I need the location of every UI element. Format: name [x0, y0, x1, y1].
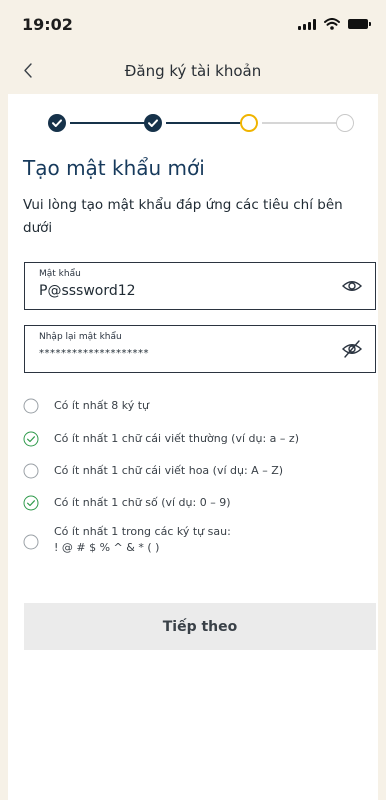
- criteria-text: Có ít nhất 1 chữ cái viết hoa (ví dụ: A …: [54, 464, 284, 477]
- progress-stepper: [48, 111, 354, 135]
- radio-unchecked-icon: [23, 463, 39, 479]
- step-connector: [166, 122, 242, 124]
- check-icon: [148, 119, 158, 127]
- radio-unchecked-icon: [23, 534, 39, 550]
- status-icons: [298, 18, 371, 30]
- step-3-current: [240, 114, 258, 132]
- confirm-password-field[interactable]: Nhập lại mật khẩu ********************: [24, 325, 376, 373]
- page-title: Đăng ký tài khoản: [124, 62, 262, 80]
- show-password-button[interactable]: [341, 275, 363, 297]
- nav-bar: Đăng ký tài khoản: [0, 48, 386, 94]
- criteria-special-characters: ! @ # $ % ^ & * ( ): [54, 541, 160, 554]
- step-connector: [70, 122, 146, 124]
- password-label: Mật khẩu: [39, 269, 81, 279]
- section-description: Vui lòng tạo mật khẩu đáp ứng các tiêu c…: [23, 197, 343, 236]
- battery-icon: [348, 19, 371, 29]
- criteria-text: Có ít nhất 1 trong các ký tự sau:: [54, 525, 231, 538]
- status-time: 19:02: [22, 15, 73, 34]
- radio-unchecked-icon: [23, 398, 39, 414]
- step-connector: [262, 122, 338, 124]
- next-button[interactable]: Tiếp theo: [24, 603, 376, 650]
- confirm-password-input[interactable]: ********************: [39, 348, 149, 359]
- check-icon: [52, 119, 62, 127]
- status-bar: 19:02: [0, 0, 386, 48]
- section-heading: Tạo mật khẩu mới: [23, 156, 205, 180]
- password-input[interactable]: P@sssword12: [39, 283, 136, 299]
- check-circle-icon: [23, 431, 39, 447]
- content-card: Tạo mật khẩu mới Vui lòng tạo mật khẩu đ…: [8, 94, 378, 800]
- check-circle-icon: [23, 495, 39, 511]
- confirm-password-label: Nhập lại mật khẩu: [39, 332, 122, 342]
- eye-icon: [341, 281, 363, 291]
- criteria-text: Có ít nhất 1 chữ số (ví dụ: 0 – 9): [54, 496, 231, 509]
- step-4-upcoming: [336, 114, 354, 132]
- criteria-text: Có ít nhất 1 chữ cái viết thường (ví dụ:…: [54, 432, 299, 445]
- signal-icon: [298, 18, 316, 30]
- step-2-complete: [144, 114, 162, 132]
- eye-off-icon: [341, 340, 363, 358]
- password-field[interactable]: Mật khẩu P@sssword12: [24, 262, 376, 310]
- step-1-complete: [48, 114, 66, 132]
- criteria-text: Có ít nhất 8 ký tự: [54, 399, 150, 412]
- toggle-confirm-password-button[interactable]: [341, 338, 363, 360]
- wifi-icon: [324, 18, 340, 30]
